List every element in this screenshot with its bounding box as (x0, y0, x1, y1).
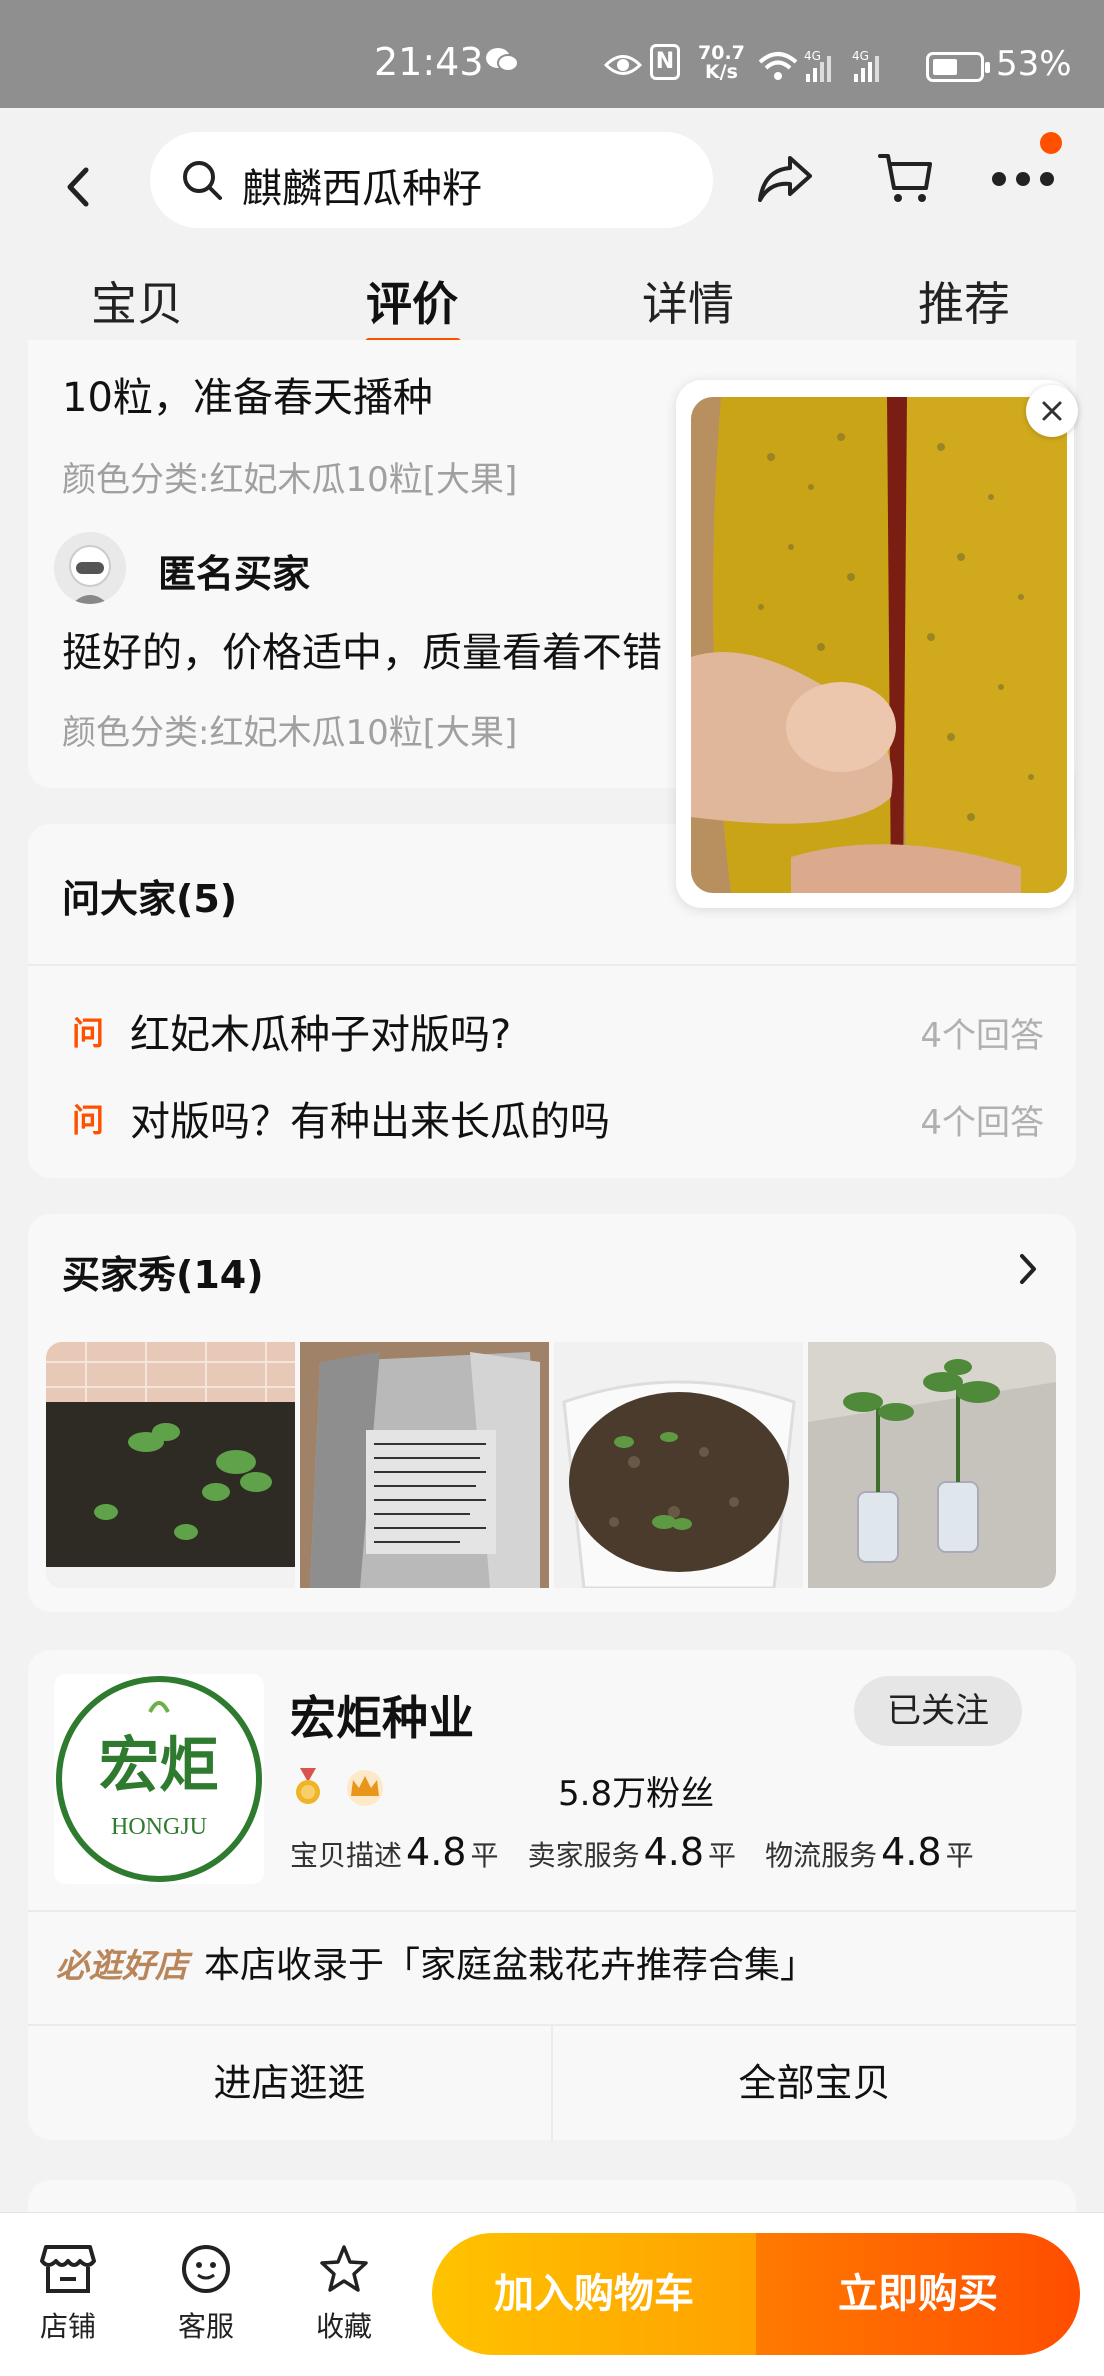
add-to-cart-button[interactable]: 加入购物车 (432, 2233, 756, 2355)
rating-label: 卖家服务 (527, 1839, 640, 1872)
buyer-show-title: 买家秀(14) (62, 1253, 264, 1297)
rating-level: 平 (945, 1839, 974, 1872)
favorite-button[interactable]: 收藏 (294, 2243, 394, 2345)
store-card: 宏炬 HONGJU 宏炬种业 已关注 5.8万粉丝 宝贝描述 4.8 平 卖家服务 4… (28, 1650, 1076, 2140)
shop-icon (40, 2245, 96, 2293)
svg-text:4G: 4G (804, 49, 821, 63)
question-tag: 问 (72, 1101, 105, 1139)
eye-icon (604, 55, 642, 75)
search-input[interactable]: 麒麟西瓜种籽 (150, 132, 713, 228)
favorite-label: 收藏 (315, 2310, 372, 2343)
shop-label: 店铺 (39, 2310, 96, 2343)
question-tag: 问 (72, 1014, 105, 1052)
crown-icon (347, 1770, 384, 1806)
rating-score: 4.8 (643, 1830, 705, 1874)
bottom-action-bar: 店铺 客服 收藏 加入购物车 立即购买 (0, 2212, 1104, 2376)
buyer-show-card[interactable]: 买家秀(14) (28, 1214, 1076, 1612)
review-category: 颜色分类:红妃木瓜10粒[大果] (62, 460, 518, 500)
follow-button[interactable]: 已关注 (854, 1676, 1022, 1746)
question-row[interactable]: 问 红妃木瓜种子对版吗? 4个回答 (28, 1000, 1076, 1060)
tab-reviews[interactable]: 评价 (366, 268, 458, 334)
fans-count: 5.8万粉丝 (558, 1774, 715, 1814)
review-category: 颜色分类:红妃木瓜10粒[大果] (62, 713, 518, 753)
net-speed: 70.7 K/s (698, 42, 745, 83)
answer-count: 4个回答 (920, 1103, 1044, 1143)
back-icon[interactable] (52, 152, 106, 222)
notification-dot (1040, 132, 1062, 154)
more-menu-button[interactable] (992, 132, 1062, 192)
papaya-photo[interactable] (691, 397, 1067, 893)
question-text: 对版吗？有种出来长瓜的吗 (130, 1099, 610, 1145)
battery-percent: 53% (996, 44, 1072, 84)
top-nav: 麒麟西瓜种籽 宝贝 评价 详情 推荐 (0, 108, 1104, 360)
logo-subtext: HONGJU (111, 1814, 207, 1840)
buyer-photos (46, 1342, 1056, 1588)
shop-button[interactable]: 店铺 (18, 2243, 118, 2345)
status-time: 21:43 (374, 40, 484, 84)
rating-score: 4.8 (881, 1830, 942, 1874)
cart-icon[interactable] (876, 148, 936, 208)
rating-level: 平 (708, 1839, 737, 1872)
close-icon[interactable] (1026, 385, 1078, 437)
search-query: 麒麟西瓜种籽 (242, 166, 482, 212)
store-logo[interactable]: 宏炬 HONGJU (54, 1674, 264, 1884)
service-icon (182, 2245, 230, 2293)
tab-recommend[interactable]: 推荐 (918, 268, 1010, 334)
svg-text:4G: 4G (852, 49, 869, 63)
rating-label: 物流服务 (765, 1839, 878, 1872)
store-recommendation[interactable]: 必逛好店 本店收录于「家庭盆栽花卉推荐合集」 (56, 1936, 816, 1988)
divider (28, 1910, 1076, 1912)
medal-icon (296, 1768, 320, 1804)
rating-score: 4.8 (406, 1830, 467, 1874)
search-icon (183, 161, 222, 200)
buyer-photo[interactable] (46, 1342, 295, 1588)
chevron-right-icon[interactable] (1016, 1252, 1040, 1286)
battery-icon (926, 52, 990, 82)
all-items-button[interactable]: 全部宝贝 (553, 2026, 1076, 2140)
service-button[interactable]: 客服 (156, 2243, 256, 2345)
enter-store-button[interactable]: 进店逛逛 (28, 2026, 551, 2140)
avatar (54, 532, 126, 604)
logo-text: 宏炬 (99, 1731, 219, 1801)
review-text[interactable]: 10粒，准备春天播种 (62, 365, 433, 423)
signal-icons: 4G 4G (758, 49, 879, 82)
recommend-badge: 必逛好店 (56, 1946, 188, 1985)
rating-label: 宝贝描述 (290, 1839, 403, 1872)
rating-level: 平 (470, 1839, 499, 1872)
recommend-text: 本店收录于「家庭盆栽花卉推荐合集」 (204, 1945, 817, 1986)
store-badges (290, 1768, 387, 1812)
buyer-photo[interactable] (554, 1342, 803, 1588)
question-text: 红妃木瓜种子对版吗? (130, 1012, 512, 1058)
service-label: 客服 (177, 2310, 234, 2343)
reviewer-name: 匿名买家 (158, 552, 311, 596)
buyer-photo[interactable] (300, 1342, 549, 1588)
wechat-icon (486, 48, 519, 72)
divider (28, 964, 1076, 966)
share-icon[interactable] (756, 152, 814, 206)
status-bar: 21:43 N 70.7 K/s 4G 4G 53% (0, 0, 1104, 108)
qa-title: 问大家(5) (62, 877, 238, 921)
buy-now-button[interactable]: 立即购买 (756, 2233, 1080, 2355)
floating-video-window[interactable] (676, 380, 1078, 908)
tab-details[interactable]: 详情 (642, 268, 734, 334)
review-text[interactable]: 挺好的，价格适中，质量看着不错 (62, 620, 662, 678)
star-icon (320, 2245, 368, 2292)
store-name[interactable]: 宏炬种业 (290, 1682, 474, 1748)
question-row[interactable]: 问 对版吗？有种出来长瓜的吗 4个回答 (28, 1087, 1076, 1147)
buyer-photo[interactable] (808, 1342, 1056, 1588)
tab-item[interactable]: 宝贝 (91, 268, 183, 334)
nfc-icon: N (650, 44, 680, 80)
answer-count: 4个回答 (920, 1016, 1044, 1056)
store-ratings: 宝贝描述 4.8 平 卖家服务 4.8 平 物流服务 4.8 平 (290, 1830, 998, 1874)
